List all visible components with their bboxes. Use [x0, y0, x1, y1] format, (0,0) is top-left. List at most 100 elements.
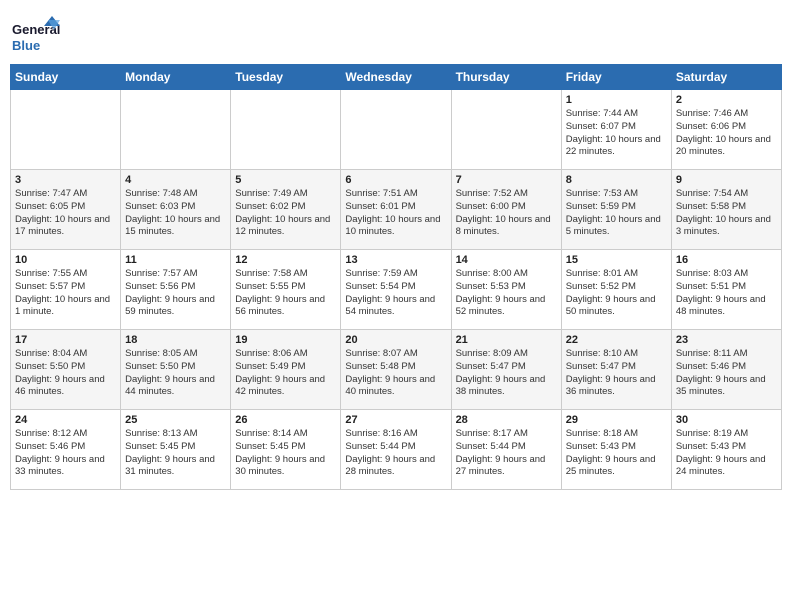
- cell-content: Sunset: 6:05 PM: [15, 201, 116, 214]
- calendar-cell: 19Sunrise: 8:06 AMSunset: 5:49 PMDayligh…: [231, 330, 341, 410]
- calendar-cell: 28Sunrise: 8:17 AMSunset: 5:44 PMDayligh…: [451, 410, 561, 490]
- cell-content: Sunrise: 7:48 AM: [125, 188, 226, 201]
- cell-content: Sunset: 5:45 PM: [235, 441, 336, 454]
- calendar-cell: 17 Sunrise: 8:04 AMSunset: 5:50 PMDayligh…: [11, 330, 121, 410]
- weekday-header-thursday: Thursday: [451, 65, 561, 90]
- cell-content: Sunrise: 7:49 AM: [235, 188, 336, 201]
- cell-content: Sunrise: 7:54 AM: [676, 188, 777, 201]
- calendar-cell: [231, 90, 341, 170]
- calendar-cell: 6Sunrise: 7:51 AMSunset: 6:01 PMDaylight…: [341, 170, 451, 250]
- day-number: 4: [125, 174, 226, 186]
- calendar-cell: 24Sunrise: 8:12 AMSunset: 5:46 PMDayligh…: [11, 410, 121, 490]
- day-number: 13: [345, 254, 446, 266]
- calendar-cell: 10Sunrise: 7:55 AMSunset: 5:57 PMDayligh…: [11, 250, 121, 330]
- cell-content: Daylight: 9 hours and 40 minutes.: [345, 374, 446, 400]
- cell-content: Daylight: 9 hours and 56 minutes.: [235, 294, 336, 320]
- day-number: 30: [676, 414, 777, 426]
- cell-content: Sunset: 5:43 PM: [676, 441, 777, 454]
- cell-content: Daylight: 9 hours and 42 minutes.: [235, 374, 336, 400]
- day-number: 22: [566, 334, 667, 346]
- day-number: 10: [15, 254, 116, 266]
- cell-content: Daylight: 9 hours and 35 minutes.: [676, 374, 777, 400]
- cell-content: Sunrise: 8:13 AM: [125, 428, 226, 441]
- cell-content: Sunset: 5:50 PM: [15, 361, 116, 374]
- cell-content: Daylight: 9 hours and 27 minutes.: [456, 454, 557, 480]
- weekday-header-wednesday: Wednesday: [341, 65, 451, 90]
- cell-content: Daylight: 9 hours and 46 minutes.: [15, 374, 116, 400]
- cell-content: Sunset: 6:07 PM: [566, 121, 667, 134]
- cell-content: Sunrise: 7:53 AM: [566, 188, 667, 201]
- calendar-cell: 14Sunrise: 8:00 AMSunset: 5:53 PMDayligh…: [451, 250, 561, 330]
- cell-content: Sunset: 5:53 PM: [456, 281, 557, 294]
- day-number: 16: [676, 254, 777, 266]
- cell-content: Sunrise: 8:14 AM: [235, 428, 336, 441]
- cell-content: Daylight: 9 hours and 44 minutes.: [125, 374, 226, 400]
- weekday-header-sunday: Sunday: [11, 65, 121, 90]
- calendar-cell: 13Sunrise: 7:59 AMSunset: 5:54 PMDayligh…: [341, 250, 451, 330]
- day-number: 15: [566, 254, 667, 266]
- cell-content: Sunrise: 7:55 AM: [15, 268, 116, 281]
- logo-svg: General Blue: [10, 14, 60, 58]
- cell-content: Sunrise: 8:19 AM: [676, 428, 777, 441]
- day-number: 1: [566, 94, 667, 106]
- cell-content: Sunset: 5:59 PM: [566, 201, 667, 214]
- cell-content: Daylight: 9 hours and 33 minutes.: [15, 454, 116, 480]
- day-number: 11: [125, 254, 226, 266]
- day-number: 17: [15, 334, 116, 346]
- calendar-week-row: 10Sunrise: 7:55 AMSunset: 5:57 PMDayligh…: [11, 250, 782, 330]
- cell-content: Sunrise: 7:52 AM: [456, 188, 557, 201]
- day-number: 6: [345, 174, 446, 186]
- calendar-cell: 25Sunrise: 8:13 AMSunset: 5:45 PMDayligh…: [121, 410, 231, 490]
- cell-content: Sunrise: 8:06 AM: [235, 348, 336, 361]
- day-number: 20: [345, 334, 446, 346]
- cell-content: Daylight: 9 hours and 59 minutes.: [125, 294, 226, 320]
- calendar-cell: 3Sunrise: 7:47 AMSunset: 6:05 PMDaylight…: [11, 170, 121, 250]
- cell-content: Daylight: 9 hours and 31 minutes.: [125, 454, 226, 480]
- cell-content: Sunset: 5:56 PM: [125, 281, 226, 294]
- cell-content: Sunset: 5:47 PM: [456, 361, 557, 374]
- cell-content: Sunrise: 8:05 AM: [125, 348, 226, 361]
- cell-content: Sunset: 5:50 PM: [125, 361, 226, 374]
- day-number: 12: [235, 254, 336, 266]
- cell-content: Daylight: 9 hours and 36 minutes.: [566, 374, 667, 400]
- calendar-cell: 23Sunrise: 8:11 AMSunset: 5:46 PMDayligh…: [671, 330, 781, 410]
- day-number: 19: [235, 334, 336, 346]
- day-number: 7: [456, 174, 557, 186]
- cell-content: Daylight: 10 hours and 20 minutes.: [676, 134, 777, 160]
- calendar-week-row: 1Sunrise: 7:44 AMSunset: 6:07 PMDaylight…: [11, 90, 782, 170]
- day-number: 24: [15, 414, 116, 426]
- cell-content: Daylight: 10 hours and 5 minutes.: [566, 214, 667, 240]
- cell-content: Sunset: 5:44 PM: [456, 441, 557, 454]
- calendar-cell: 7Sunrise: 7:52 AMSunset: 6:00 PMDaylight…: [451, 170, 561, 250]
- cell-content: Sunset: 6:02 PM: [235, 201, 336, 214]
- calendar-week-row: 3 Sunrise: 7:47 AMSunset: 6:05 PM Daylight…: [11, 170, 782, 250]
- calendar-cell: [11, 90, 121, 170]
- cell-content: Daylight: 9 hours and 24 minutes.: [676, 454, 777, 480]
- cell-content: Sunrise: 7:47 AM: [15, 188, 116, 201]
- weekday-header-monday: Monday: [121, 65, 231, 90]
- day-number: 14: [456, 254, 557, 266]
- cell-content: Daylight: 9 hours and 38 minutes.: [456, 374, 557, 400]
- cell-content: Daylight: 9 hours and 50 minutes.: [566, 294, 667, 320]
- calendar-cell: 11Sunrise: 7:57 AMSunset: 5:56 PMDayligh…: [121, 250, 231, 330]
- cell-content: Sunrise: 8:00 AM: [456, 268, 557, 281]
- calendar-cell: 12Sunrise: 7:58 AMSunset: 5:55 PMDayligh…: [231, 250, 341, 330]
- cell-content: Sunset: 5:45 PM: [125, 441, 226, 454]
- cell-content: Sunset: 5:55 PM: [235, 281, 336, 294]
- svg-text:Blue: Blue: [12, 38, 40, 53]
- calendar-cell: [451, 90, 561, 170]
- cell-content: Sunrise: 8:04 AM: [15, 348, 116, 361]
- cell-content: Sunrise: 8:17 AM: [456, 428, 557, 441]
- cell-content: Daylight: 10 hours and 12 minutes.: [235, 214, 336, 240]
- calendar-cell: 15Sunrise: 8:01 AMSunset: 5:52 PMDayligh…: [561, 250, 671, 330]
- day-number: 23: [676, 334, 777, 346]
- day-number: 3: [15, 174, 116, 186]
- calendar-cell: 26Sunrise: 8:14 AMSunset: 5:45 PMDayligh…: [231, 410, 341, 490]
- calendar-week-row: 17Sunrise: 8:04 AMSunset: 5:50 PMDayligh…: [11, 330, 782, 410]
- calendar-cell: 20Sunrise: 8:07 AMSunset: 5:48 PMDayligh…: [341, 330, 451, 410]
- calendar-cell: [341, 90, 451, 170]
- calendar-cell: 22Sunrise: 8:10 AMSunset: 5:47 PMDayligh…: [561, 330, 671, 410]
- day-number: 2: [676, 94, 777, 106]
- cell-content: Sunrise: 8:12 AM: [15, 428, 116, 441]
- calendar-table: SundayMondayTuesdayWednesdayThursdayFrid…: [10, 64, 782, 490]
